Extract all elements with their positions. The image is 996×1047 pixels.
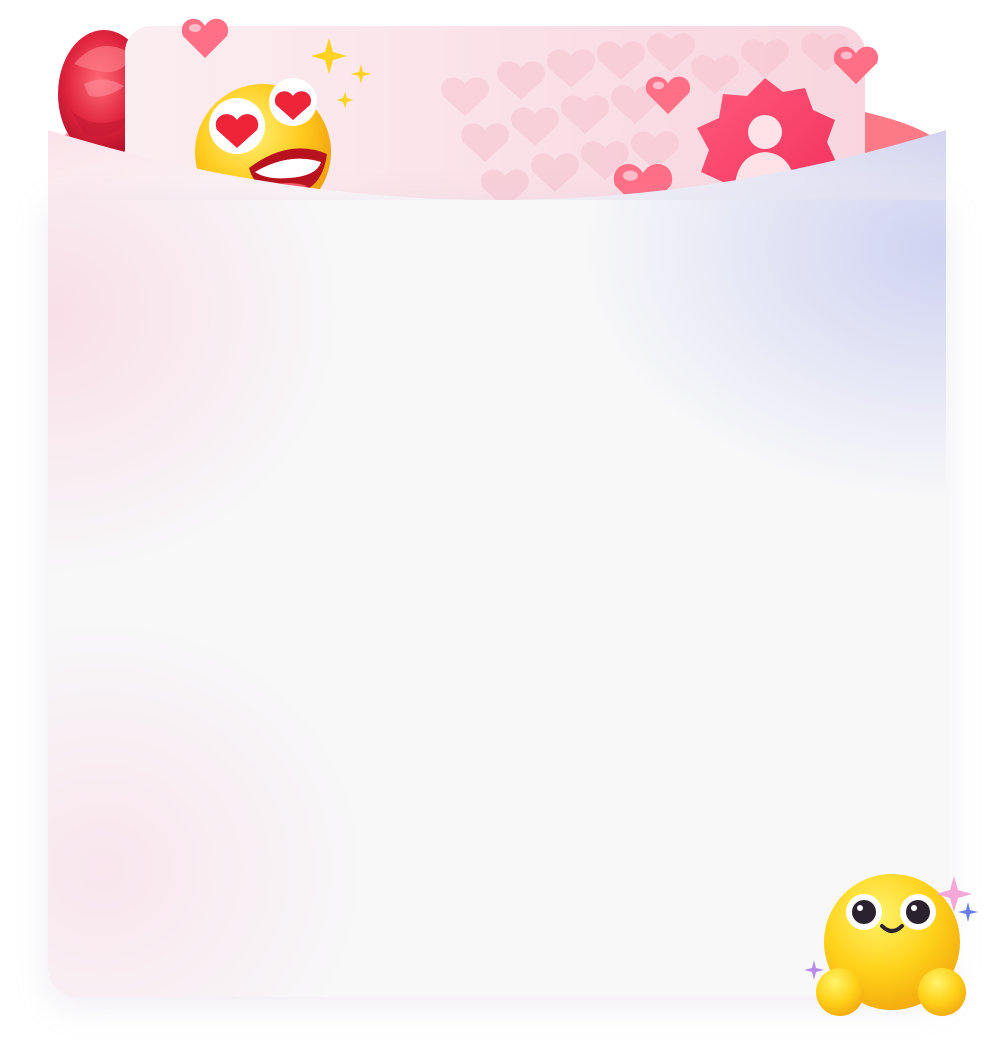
smiling-mascot bbox=[804, 874, 978, 1016]
sparkle-icon bbox=[311, 38, 371, 108]
floating-heart-icon bbox=[645, 76, 691, 115]
floating-heart-icon bbox=[181, 18, 229, 58]
floating-heart-icon bbox=[833, 46, 879, 85]
stage bbox=[0, 0, 996, 1047]
